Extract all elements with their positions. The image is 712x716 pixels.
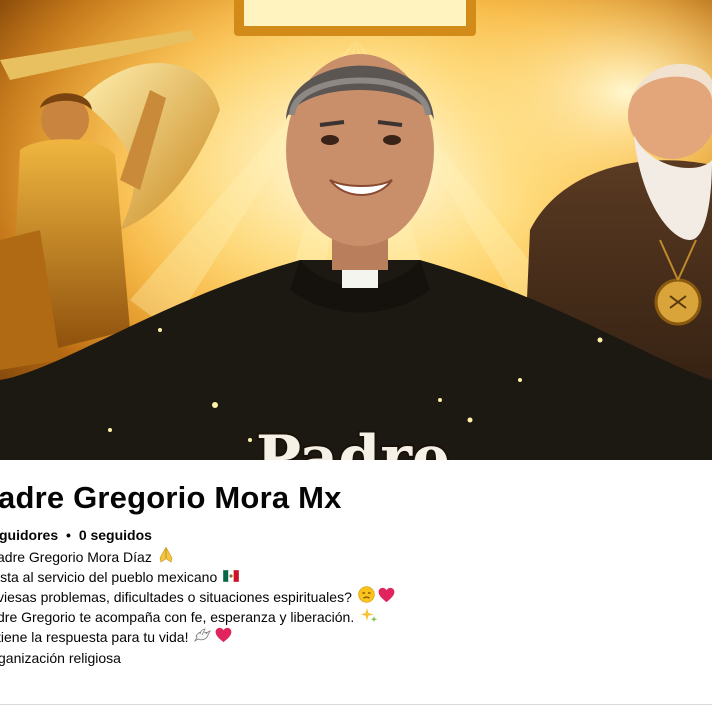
bio: adre Gregorio Mora Díaz ista al servicio… bbox=[0, 546, 395, 647]
profile-info: adre Gregorio Mora Mx guidores • 0 segui… bbox=[0, 460, 712, 716]
followers-count[interactable]: guidores bbox=[0, 527, 58, 543]
following-count[interactable]: 0 seguidos bbox=[79, 527, 152, 543]
bio-line: viesas problemas, dificultades o situaci… bbox=[0, 586, 395, 608]
sparkle-icon bbox=[360, 606, 378, 629]
dove-icon bbox=[194, 627, 212, 648]
golden-frame bbox=[234, 0, 476, 36]
bio-line: dre Gregorio te acompaña con fe, esperan… bbox=[0, 607, 395, 627]
page-title: adre Gregorio Mora Mx bbox=[0, 480, 342, 515]
mexico-flag-icon bbox=[222, 567, 240, 587]
bio-line: tiene la respuesta para tu vida! bbox=[0, 627, 395, 647]
stats-separator: • bbox=[66, 527, 71, 543]
red-heart-icon bbox=[215, 627, 232, 648]
divider bbox=[0, 704, 712, 705]
cover-illustration: Padre bbox=[0, 0, 712, 460]
red-heart-icon bbox=[378, 587, 395, 608]
praying-hands-icon bbox=[158, 546, 174, 568]
bio-line: adre Gregorio Mora Díaz bbox=[0, 546, 395, 568]
cover-photo[interactable]: Padre bbox=[0, 0, 712, 460]
cover-banner-text: Padre bbox=[256, 423, 450, 460]
follower-stats: guidores • 0 seguidos bbox=[0, 527, 152, 543]
bio-line: ista al servicio del pueblo mexicano bbox=[0, 567, 395, 587]
page-category[interactable]: ganización religiosa bbox=[0, 650, 121, 666]
